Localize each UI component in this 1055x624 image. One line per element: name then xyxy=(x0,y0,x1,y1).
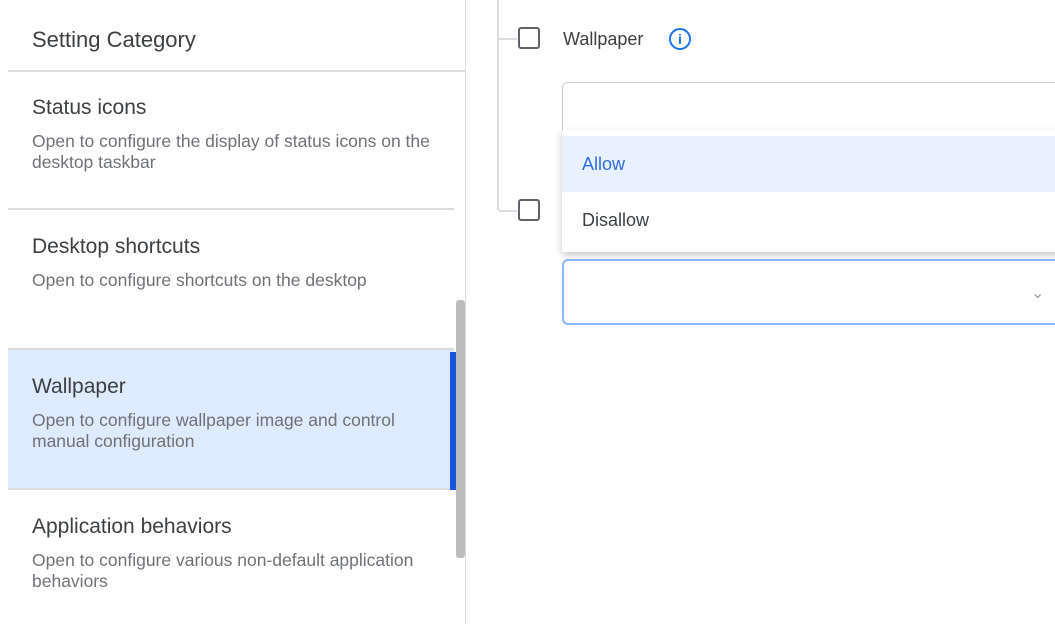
sidebar-header: Setting Category xyxy=(8,0,466,72)
category-title: Desktop shortcuts xyxy=(32,235,201,258)
sidebar-header-title: Setting Category xyxy=(32,27,196,52)
category-item-desktop-shortcuts[interactable]: Desktop shortcuts Open to configure shor… xyxy=(8,210,454,350)
wallpaper-option-label: Wallpaper xyxy=(563,29,644,49)
category-item-status-icons[interactable]: Status icons Open to configure the displ… xyxy=(8,72,454,210)
second-option-checkbox[interactable] xyxy=(518,199,540,221)
second-option-select[interactable]: ⌄ xyxy=(562,259,1055,325)
category-description: Open to configure the display of status … xyxy=(32,131,430,172)
category-title: Status icons xyxy=(32,96,147,119)
category-description: Open to configure shortcuts on the deskt… xyxy=(32,270,367,290)
wallpaper-checkbox[interactable] xyxy=(518,27,540,49)
category-title: Wallpaper xyxy=(32,375,126,398)
category-description: Open to configure wallpaper image and co… xyxy=(32,410,395,451)
dropdown-option-allow[interactable]: Allow xyxy=(562,136,1055,192)
sidebar-scrollbar-thumb[interactable] xyxy=(456,300,465,558)
info-icon[interactable]: i xyxy=(669,28,691,50)
tree-connector-line xyxy=(497,0,499,210)
category-list: Status icons Open to configure the displ… xyxy=(8,72,454,624)
category-item-wallpaper[interactable]: Wallpaper Open to configure wallpaper im… xyxy=(8,350,454,490)
category-item-application-behaviors[interactable]: Application behaviors Open to configure … xyxy=(8,490,454,624)
settings-page: Setting Category Status icons Open to co… xyxy=(0,0,1055,624)
dropdown-option-disallow[interactable]: Disallow xyxy=(562,192,1055,248)
chevron-down-icon: ⌄ xyxy=(1031,285,1045,302)
tree-connector-branch xyxy=(499,38,517,40)
setting-category-sidebar: Setting Category Status icons Open to co… xyxy=(0,0,466,624)
category-title: Application behaviors xyxy=(32,515,232,538)
tree-connector-branch xyxy=(499,210,517,212)
category-description: Open to configure various non-default ap… xyxy=(32,550,414,591)
dropdown-menu: Allow Disallow xyxy=(562,130,1055,252)
